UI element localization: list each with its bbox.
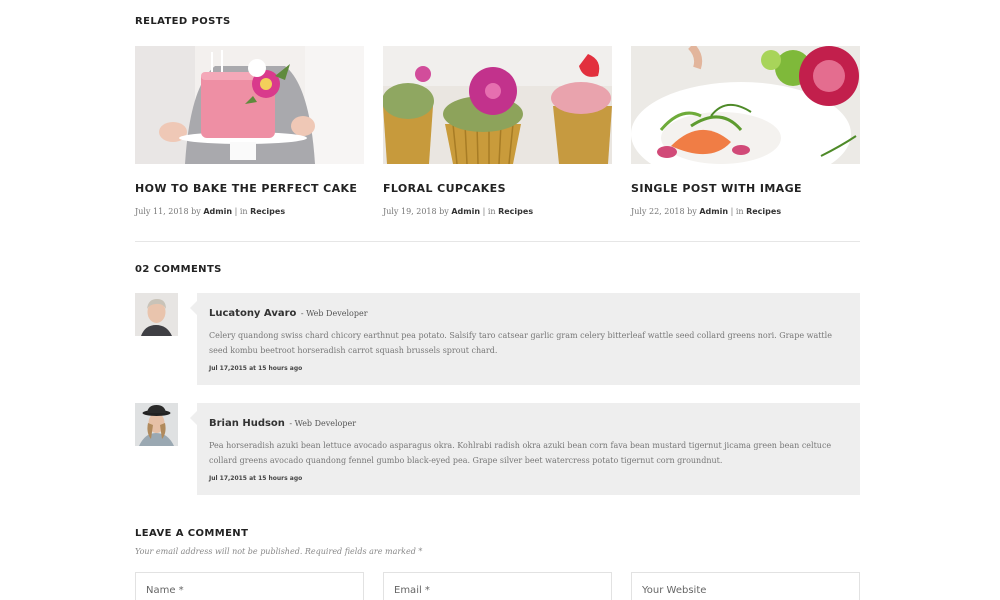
post-separator: | in <box>234 207 248 216</box>
leave-comment-title: LEAVE A COMMENT <box>135 528 249 539</box>
post-thumbnail-cake[interactable] <box>135 46 364 164</box>
post-title-link[interactable]: FLORAL CUPCAKES <box>383 182 612 195</box>
comment-author: Brian Hudson <box>209 418 285 429</box>
related-post: HOW TO BAKE THE PERFECT CAKE July 11, 20… <box>135 46 364 216</box>
comment-form-fields <box>135 572 860 600</box>
post-author-link[interactable]: Admin <box>699 207 728 216</box>
post-by: by <box>439 207 449 216</box>
post-author-link[interactable]: Admin <box>203 207 232 216</box>
post-date: July 19, 2018 <box>383 207 437 216</box>
name-field[interactable] <box>135 572 364 600</box>
avatar <box>135 403 178 446</box>
comment-date: Jul 17,2015 at 15 hours ago <box>209 365 303 372</box>
comment-author: Lucatony Avaro <box>209 308 297 319</box>
post-date: July 11, 2018 <box>135 207 189 216</box>
post-by: by <box>191 207 201 216</box>
post-meta: July 11, 2018 by Admin | in Recipes <box>135 207 364 216</box>
related-post: SINGLE POST WITH IMAGE July 22, 2018 by … <box>631 46 860 216</box>
comment-author-role: - Web Developer <box>300 309 368 318</box>
comment-author-role: - Web Developer <box>289 419 357 428</box>
comment-text: Celery quandong swiss chard chicory eart… <box>209 331 832 355</box>
post-separator: | in <box>730 207 744 216</box>
post-title-link[interactable]: HOW TO BAKE THE PERFECT CAKE <box>135 182 364 195</box>
post-thumbnail-salad[interactable] <box>631 46 860 164</box>
comment-body: Lucatony Avaro - Web Developer Celery qu… <box>190 293 860 385</box>
post-by: by <box>687 207 697 216</box>
email-field[interactable] <box>383 572 612 600</box>
post-meta: July 22, 2018 by Admin | in Recipes <box>631 207 860 216</box>
post-thumbnail-cupcakes[interactable] <box>383 46 612 164</box>
comment-date: Jul 17,2015 at 15 hours ago <box>209 475 303 482</box>
comments-title: 02 COMMENTS <box>135 264 222 275</box>
related-posts-list: HOW TO BAKE THE PERFECT CAKE July 11, 20… <box>135 46 860 216</box>
post-category-link[interactable]: Recipes <box>250 207 285 216</box>
post-title-link[interactable]: SINGLE POST WITH IMAGE <box>631 182 860 195</box>
post-category-link[interactable]: Recipes <box>746 207 781 216</box>
post-separator: | in <box>482 207 496 216</box>
website-field[interactable] <box>631 572 860 600</box>
post-date: July 22, 2018 <box>631 207 685 216</box>
comment-text: Pea horseradish azuki bean lettuce avoca… <box>209 441 832 465</box>
section-divider <box>135 241 860 242</box>
required-fields-note: Your email address will not be published… <box>135 547 423 556</box>
post-meta: July 19, 2018 by Admin | in Recipes <box>383 207 612 216</box>
comment-body: Brian Hudson - Web Developer Pea horsera… <box>190 403 860 495</box>
post-author-link[interactable]: Admin <box>451 207 480 216</box>
related-posts-title: RELATED POSTS <box>135 16 231 27</box>
avatar <box>135 293 178 336</box>
post-category-link[interactable]: Recipes <box>498 207 533 216</box>
related-post: FLORAL CUPCAKES July 19, 2018 by Admin |… <box>383 46 612 216</box>
